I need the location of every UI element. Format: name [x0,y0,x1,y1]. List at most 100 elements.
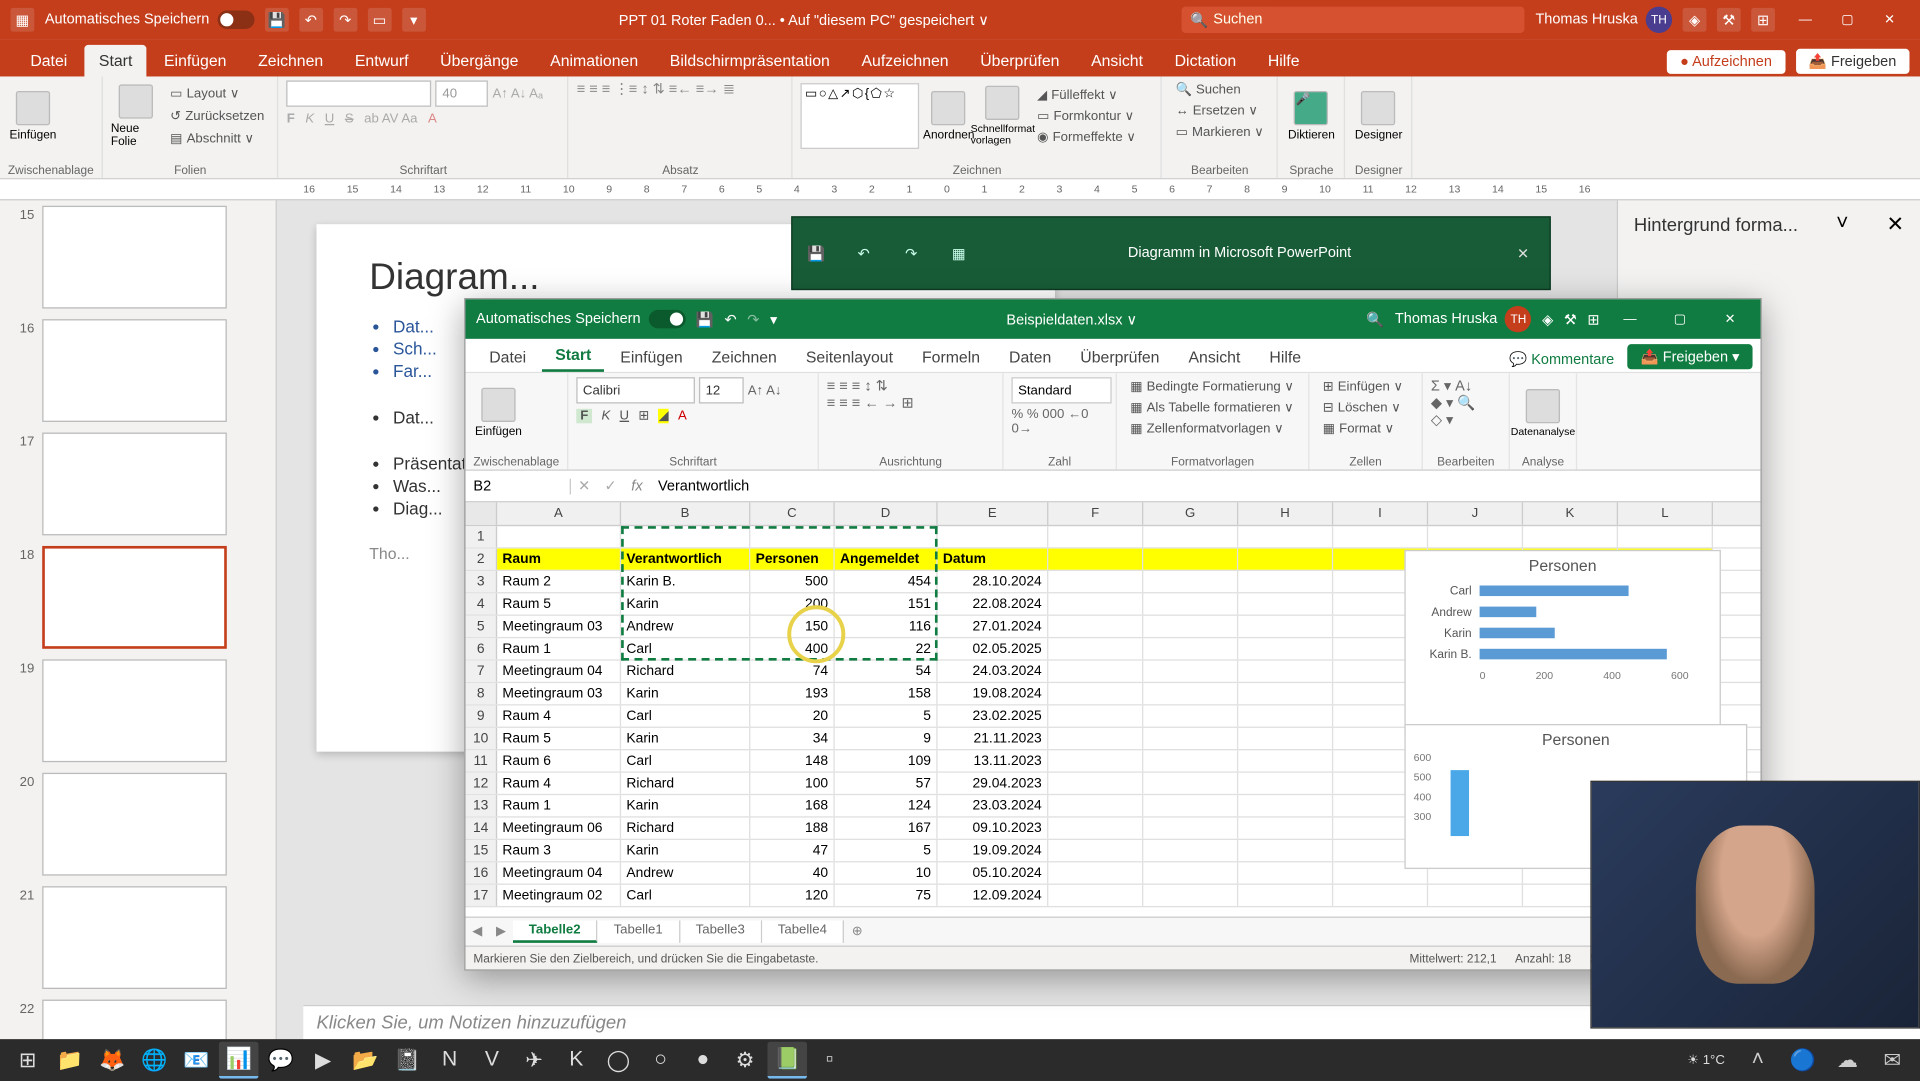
slide-thumb[interactable]: 17 [11,433,266,536]
ribbon-tab-formeln[interactable]: Formeln [909,343,993,372]
cell[interactable]: 27.01.2024 [938,616,1049,637]
col-header[interactable]: K [1523,502,1618,524]
paste-button[interactable]: Einfügen [473,377,523,448]
slide-thumb[interactable]: 20 [11,773,266,876]
add-sheet-button[interactable]: ⊕ [844,924,870,939]
row-header[interactable]: 17 [466,885,498,906]
cell[interactable] [1238,885,1333,906]
cell[interactable]: Carl [621,638,750,659]
cell[interactable] [1048,840,1143,861]
cell[interactable]: 120 [750,885,834,906]
cell[interactable]: Meetingraum 04 [497,862,621,883]
weather-widget[interactable]: ☀ 1°C [1679,1053,1732,1068]
thumbnail-pane[interactable]: 151617181920212223 [0,200,277,1055]
name-box[interactable]: B2 [466,478,571,494]
row-header[interactable]: 10 [466,728,498,749]
cell[interactable] [1143,571,1238,592]
save-icon[interactable]: 💾 [265,8,289,32]
cell[interactable]: Raum 5 [497,593,621,614]
cell[interactable]: Carl [621,750,750,771]
cell[interactable]: 19.08.2024 [938,683,1049,704]
col-header[interactable]: L [1618,502,1713,524]
sheet-tab[interactable]: Tabelle4 [762,920,844,942]
row-header[interactable]: 12 [466,773,498,794]
col-header[interactable]: H [1238,502,1333,524]
cell[interactable]: Andrew [621,616,750,637]
cell[interactable] [1238,773,1333,794]
cell[interactable]: 188 [750,818,834,839]
ribbon-tab-animationen[interactable]: Animationen [536,45,653,77]
embedded-chart-1[interactable]: Personen CarlAndrewKarinKarin B. 0200400… [1404,550,1720,735]
cell[interactable]: 09.10.2023 [938,818,1049,839]
cell[interactable]: 5 [835,706,938,727]
cell[interactable]: 21.11.2023 [938,728,1049,749]
cell[interactable]: Raum 4 [497,706,621,727]
col-header[interactable]: J [1428,502,1523,524]
cell[interactable] [1048,683,1143,704]
cell[interactable] [1238,750,1333,771]
more-icon[interactable]: ▾ [402,8,426,32]
slide-thumb[interactable]: 15 [11,206,266,309]
col-header[interactable]: C [750,502,834,524]
cell[interactable]: Carl [621,885,750,906]
cell[interactable] [1238,706,1333,727]
row-header[interactable]: 15 [466,840,498,861]
undo-icon[interactable]: ↶ [299,8,323,32]
cell[interactable] [1048,571,1143,592]
cell[interactable] [835,526,938,547]
taskbar-onenote-icon[interactable]: 📓 [388,1042,428,1079]
close-button[interactable]: ✕ [1870,7,1910,33]
cell[interactable]: 22 [835,638,938,659]
cell[interactable] [1143,549,1238,570]
select-all-corner[interactable] [466,502,498,524]
cell[interactable]: 124 [835,795,938,816]
cell[interactable] [1143,750,1238,771]
cell[interactable]: 34 [750,728,834,749]
user-chip[interactable]: Thomas Hruska TH [1535,7,1672,33]
cell[interactable] [1143,683,1238,704]
taskbar-skype-icon[interactable]: 💬 [261,1042,301,1079]
cell[interactable]: Angemeldet [835,549,938,570]
cell[interactable] [1048,862,1143,883]
confirm-icon[interactable]: ✓ [597,477,623,494]
insert-cells-button[interactable]: ⊞ Einfügen ∨ [1317,377,1413,397]
comments-button[interactable]: 💬 Kommentare [1499,347,1625,372]
ribbon-tab-datei[interactable]: Datei [476,343,539,372]
cell[interactable] [1048,750,1143,771]
col-header[interactable]: A [497,502,621,524]
cell[interactable]: 9 [835,728,938,749]
ribbon-tab-start[interactable]: Start [542,340,604,372]
cell[interactable]: 193 [750,683,834,704]
row-header[interactable]: 16 [466,862,498,883]
designer-button[interactable]: Designer [1354,80,1404,151]
close-icon[interactable]: ✕ [1497,245,1550,262]
col-header[interactable]: D [835,502,938,524]
cell[interactable]: 20 [750,706,834,727]
cell[interactable] [1048,616,1143,637]
sheet-nav-next[interactable]: ▶ [489,924,513,939]
cell[interactable]: Richard [621,818,750,839]
cond-format-button[interactable]: ▦ Bedingte Formatierung ∨ [1125,377,1300,397]
cell[interactable] [1618,526,1713,547]
cell[interactable]: 12.09.2024 [938,885,1049,906]
window-icon[interactable]: ⊞ [1751,8,1775,32]
shapes-gallery[interactable]: ▭○△↗⬡{⬠☆ [801,83,920,149]
taskbar-o-app-icon[interactable]: ○ [641,1042,681,1079]
minimize-button[interactable]: — [1610,306,1650,332]
slide-thumb[interactable]: 18 [11,546,266,649]
minimize-button[interactable]: — [1786,7,1826,33]
tools-icon[interactable]: ⚒ [1717,8,1741,32]
search-box[interactable]: 🔍 Suchen [1182,7,1525,33]
close-icon[interactable]: ✕ [1887,211,1905,237]
row-header[interactable]: 6 [466,638,498,659]
sheet-nav-prev[interactable]: ◀ [466,924,490,939]
taskbar-vlc-icon[interactable]: ▶ [303,1042,343,1079]
cell[interactable]: 29.04.2023 [938,773,1049,794]
cell[interactable]: 116 [835,616,938,637]
ribbon-tab-hilfe[interactable]: Hilfe [1253,45,1314,77]
taskbar-windows-icon[interactable]: ⊞ [8,1042,48,1079]
sheet-tab[interactable]: Tabelle3 [680,920,762,942]
window-icon[interactable]: ⊞ [1587,311,1599,328]
cell[interactable] [1048,795,1143,816]
ribbon-tab-überprüfen[interactable]: Überprüfen [1067,343,1173,372]
